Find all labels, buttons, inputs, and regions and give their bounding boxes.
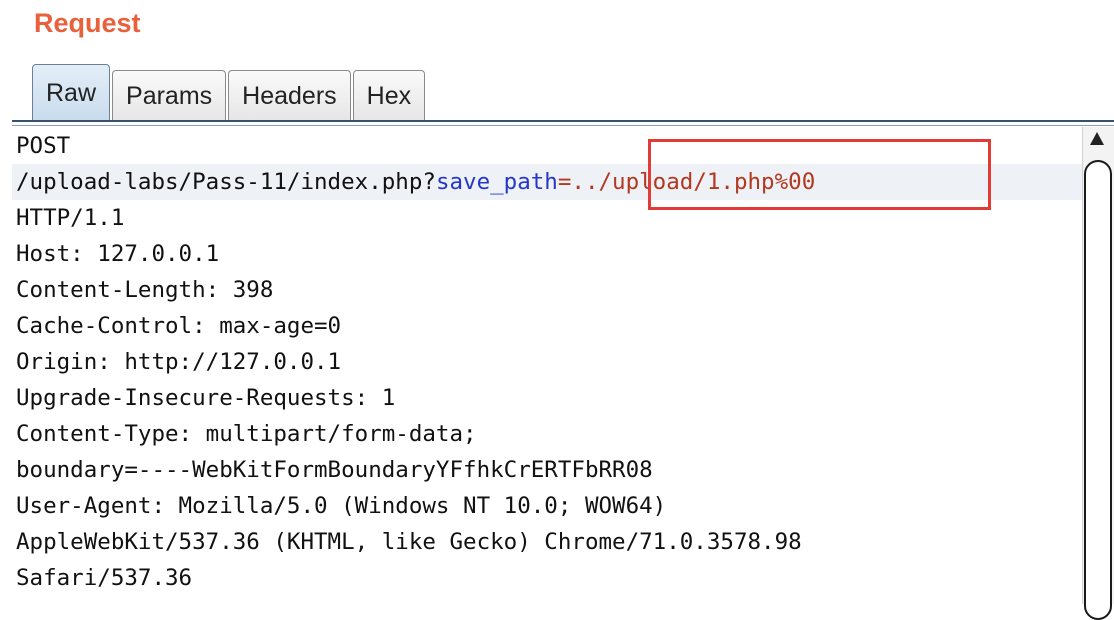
tab-divider-secondary bbox=[12, 125, 1114, 126]
scrollbar-thumb[interactable] bbox=[1084, 160, 1112, 620]
tab-divider bbox=[12, 120, 1114, 122]
request-method: POST bbox=[16, 133, 71, 159]
request-tab-bar: Raw Params Headers Hex bbox=[32, 64, 427, 120]
query-param-name: save_path bbox=[435, 169, 558, 195]
header-line-content-length: Content-Length: 398 bbox=[16, 277, 274, 303]
header-line-user-agent-cont: AppleWebKit/537.36 (KHTML, like Gecko) C… bbox=[16, 529, 802, 555]
header-line-content-type: Content-Type: multipart/form-data; bbox=[16, 421, 477, 447]
scroll-up-arrow-icon[interactable] bbox=[1090, 132, 1104, 145]
header-line-upgrade-insecure: Upgrade-Insecure-Requests: 1 bbox=[16, 385, 396, 411]
tab-raw[interactable]: Raw bbox=[32, 64, 111, 120]
tab-params[interactable]: Params bbox=[112, 70, 227, 120]
header-line-host: Host: 127.0.0.1 bbox=[16, 241, 220, 267]
tab-headers[interactable]: Headers bbox=[228, 70, 351, 120]
request-panel-title: Request bbox=[34, 8, 141, 38]
highlight-box bbox=[648, 139, 991, 210]
request-protocol: HTTP/1.1 bbox=[16, 205, 125, 231]
header-line-user-agent: User-Agent: Mozilla/5.0 (Windows NT 10.0… bbox=[16, 493, 667, 519]
request-path: /upload-labs/Pass-11/index.php? bbox=[16, 169, 436, 195]
header-line-user-agent-end: Safari/537.36 bbox=[16, 565, 193, 591]
header-line-cache-control: Cache-Control: max-age=0 bbox=[16, 313, 342, 339]
tab-hex[interactable]: Hex bbox=[352, 70, 426, 120]
header-line-origin: Origin: http://127.0.0.1 bbox=[16, 349, 342, 375]
header-line-boundary: boundary=----WebKitFormBoundaryYFfhkCrER… bbox=[16, 457, 653, 483]
